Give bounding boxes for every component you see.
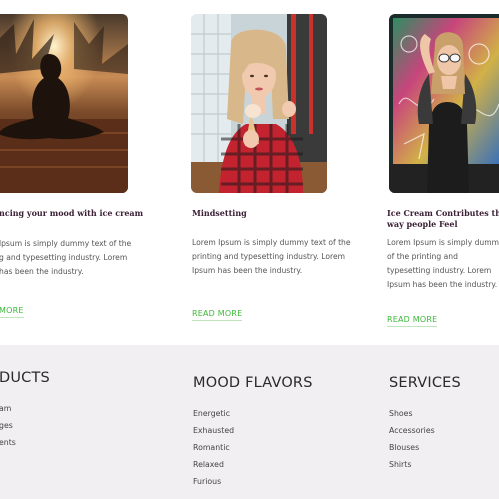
footer-link[interactable]: Shoes (389, 405, 435, 422)
card-title[interactable]: Mindsetting (192, 208, 247, 219)
footer-link[interactable]: Blouses (389, 439, 435, 456)
footer-heading-products: DUCTS (0, 370, 50, 386)
card-image-woman-neon[interactable] (389, 14, 499, 193)
read-more-link[interactable]: READ MORE (192, 309, 243, 321)
footer-link[interactable]: Accessories (389, 422, 435, 439)
card-excerpt: Lorem Ipsum is simply dummy text of the … (192, 238, 351, 275)
footer-list-products: am ges ents (0, 400, 16, 451)
card-excerpt: Lorem Ipsum is simply dummy text of the … (387, 238, 499, 289)
card-title[interactable]: ncing your mood with ice cream (0, 208, 143, 219)
footer-link[interactable]: Energetic (193, 405, 234, 422)
footer-link[interactable]: Exhausted (193, 422, 234, 439)
card-image-woman-ice-cream[interactable] (191, 14, 327, 193)
footer: DUCTS am ges ents MOOD FLAVORS Energetic… (0, 345, 499, 499)
read-more-link[interactable]: MORE (0, 306, 24, 318)
footer-link[interactable]: ges (0, 417, 16, 434)
card-title-line: way people Feel (387, 219, 458, 229)
footer-link[interactable]: ents (0, 434, 16, 451)
card-excerpt: lpsum is simply dummy text of the g and … (0, 239, 132, 276)
footer-heading-services: SERVICES (389, 375, 461, 391)
footer-link[interactable]: am (0, 400, 16, 417)
woman-with-ice-cream-photo (191, 14, 327, 193)
footer-link[interactable]: Furious (193, 473, 234, 490)
footer-link[interactable]: Romantic (193, 439, 234, 456)
blog-cards-section: ncing your mood with ice cream lpsum is … (0, 0, 499, 345)
meditation-sunset-photo (0, 14, 128, 193)
footer-link[interactable]: Shirts (389, 456, 435, 473)
footer-heading-mood-flavors: MOOD FLAVORS (193, 375, 313, 391)
footer-link[interactable]: Relaxed (193, 456, 234, 473)
card-image-meditation[interactable] (0, 14, 128, 193)
card-title[interactable]: Ice Cream Contributes the way people Fee… (387, 208, 499, 230)
woman-neon-lights-photo (389, 14, 499, 193)
read-more-link[interactable]: READ MORE (387, 315, 438, 327)
card-title-line: Ice Cream Contributes the (387, 208, 499, 218)
footer-list-services: Shoes Accessories Blouses Shirts (389, 405, 435, 473)
footer-list-mood-flavors: Energetic Exhausted Romantic Relaxed Fur… (193, 405, 234, 490)
